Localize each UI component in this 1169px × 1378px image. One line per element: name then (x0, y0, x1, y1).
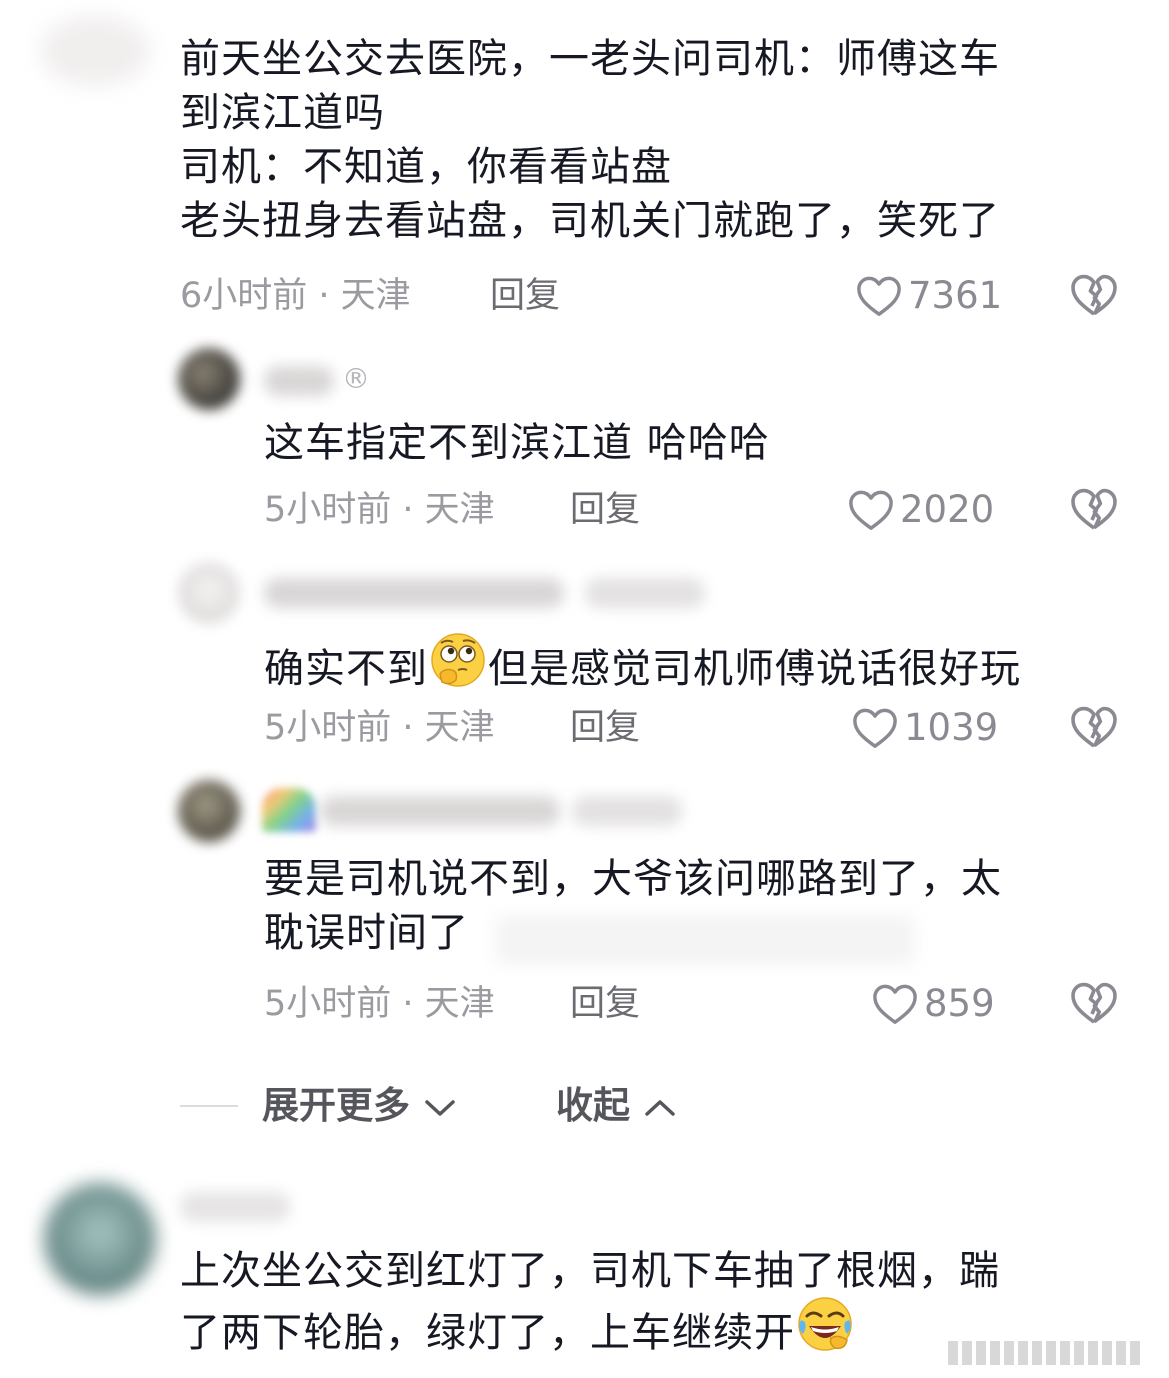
comment-line: 到滨江道吗 (180, 90, 385, 136)
like-button[interactable]: 1039 (852, 704, 998, 752)
broken-heart-icon (1071, 982, 1117, 1024)
comment-line: 司机：不知道，你看看站盘 (180, 144, 672, 190)
username[interactable] (264, 366, 334, 396)
heart-outline-icon (873, 984, 917, 1024)
comment-text: 前天坐公交去医院，一老头问司机：师傅这车 到滨江道吗 司机：不知道，你看看站盘 … (180, 32, 1000, 248)
reply-meta: 5小时前 · 天津 (264, 984, 495, 1024)
broken-heart-icon (1071, 488, 1117, 530)
comment-meta: 6小时前 · 天津 (180, 276, 411, 316)
blurred-area (495, 915, 915, 965)
dislike-button[interactable] (1070, 272, 1118, 320)
username[interactable] (264, 578, 564, 608)
reply-meta: 5小时前 · 天津 (264, 490, 495, 530)
heart-outline-icon (853, 708, 897, 748)
avatar[interactable] (178, 348, 240, 410)
chevron-up-icon (645, 1099, 675, 1116)
comment-text: 上次坐公交到红灯了，司机下车抽了根烟，踹 了两下轮胎，绿灯了，上车继续开 (180, 1244, 1000, 1372)
expand-more-button[interactable]: 展开更多 (262, 1084, 457, 1128)
reply-button[interactable]: 回复 (570, 708, 640, 748)
username[interactable] (320, 796, 560, 826)
comment-line: 前天坐公交去医院，一老头问司机：师傅这车 (180, 36, 1000, 82)
dislike-button[interactable] (1070, 980, 1118, 1028)
reply-meta: 5小时前 · 天津 (264, 708, 495, 748)
username-badge: ® (342, 362, 370, 395)
like-button[interactable]: 859 (872, 980, 995, 1028)
dislike-button[interactable] (1070, 486, 1118, 534)
broken-heart-icon (1071, 274, 1117, 316)
comment-line: 了两下轮胎，绿灯了，上车继续开 (180, 1310, 795, 1356)
expand-divider (180, 1105, 238, 1107)
broken-heart-icon (1071, 706, 1117, 748)
avatar[interactable] (40, 16, 150, 86)
like-count: 1039 (904, 706, 999, 749)
reply-text: 这车指定不到滨江道 哈哈哈 (264, 420, 770, 466)
collapse-label: 收起 (556, 1084, 630, 1127)
avatar[interactable] (178, 780, 240, 842)
reply-line: 耽误时间了 (264, 910, 469, 956)
reply-text-start: 确实不到 (264, 646, 428, 692)
like-button[interactable]: 2020 (848, 486, 994, 534)
reply-to-username[interactable] (572, 796, 682, 826)
reply-to-username[interactable] (585, 578, 705, 608)
rainbow-icon (262, 788, 316, 832)
expand-more-label: 展开更多 (262, 1084, 410, 1127)
heart-outline-icon (857, 276, 901, 316)
reply-text-end: 但是感觉司机师傅说话很好玩 (488, 646, 1021, 692)
like-count: 859 (924, 982, 995, 1025)
reply-button[interactable]: 回复 (490, 276, 560, 316)
chevron-down-icon (425, 1099, 455, 1116)
thinking-face-emoji (428, 630, 488, 704)
collapse-button[interactable]: 收起 (556, 1084, 677, 1128)
reply-button[interactable]: 回复 (570, 490, 640, 530)
comment-line: 老头扭身去看站盘，司机关门就跑了，笑死了 (180, 198, 1000, 244)
like-count: 7361 (908, 274, 1003, 317)
rolling-laughing-emoji (795, 1294, 855, 1368)
reply-button[interactable]: 回复 (570, 984, 640, 1024)
reply-line: 要是司机说不到，大爷该问哪路到了，太 (264, 856, 1002, 902)
avatar[interactable] (44, 1183, 156, 1295)
comment-line: 上次坐公交到红灯了，司机下车抽了根烟，踹 (180, 1248, 1000, 1294)
avatar[interactable] (178, 562, 240, 624)
like-button[interactable]: 7361 (856, 272, 1002, 320)
reply-text: 确实不到 但是感觉司机师傅说话很好玩 (264, 633, 1021, 708)
username[interactable] (180, 1192, 290, 1222)
like-count: 2020 (900, 488, 995, 531)
heart-outline-icon (849, 490, 893, 530)
watermark (948, 1336, 1158, 1370)
dislike-button[interactable] (1070, 704, 1118, 752)
